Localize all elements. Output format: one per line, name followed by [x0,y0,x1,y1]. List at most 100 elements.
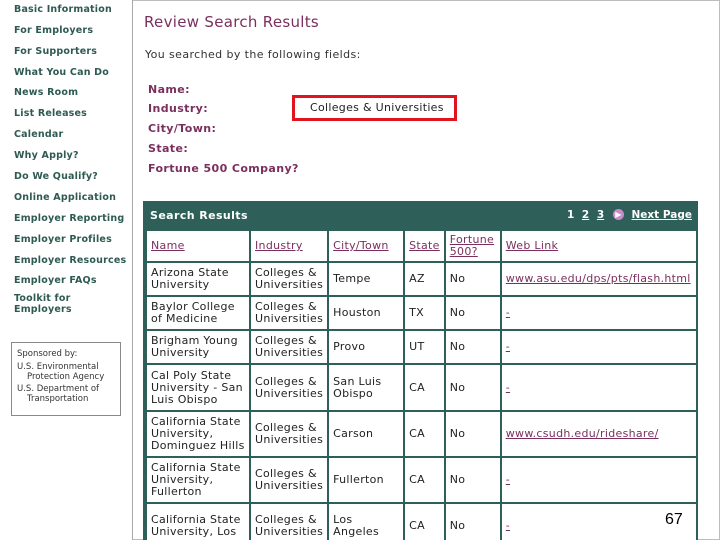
sort-industry-link[interactable]: Industry [255,239,303,252]
page-link-2[interactable]: 2 [582,209,589,221]
table-row: Brigham Young University Colleges & Univ… [147,331,696,363]
sidebar-item-online-application[interactable]: Online Application [14,192,116,203]
sidebar-item-calendar[interactable]: Calendar [14,129,63,140]
search-results-panel: Search Results 1 2 3 ▶ Next Page Name In… [143,201,698,540]
sponsor-line[interactable]: U.S. Environmental [17,362,115,372]
field-label-state: State: [148,142,189,155]
sponsor-box: Sponsored by: U.S. Environmental Protect… [11,342,121,416]
sort-fortune500-link[interactable]: Fortune 500? [450,233,494,258]
cell-fortune500: No [445,504,500,540]
next-page-link[interactable]: Next Page [632,209,693,221]
cell-web-link[interactable]: - [501,365,696,410]
cell-city: Carson [329,412,404,456]
column-header-city[interactable]: City/Town [329,231,404,261]
next-arrow-icon[interactable]: ▶ [612,209,624,220]
sidebar-item-employer-faqs[interactable]: Employer FAQs [14,275,97,286]
cell-industry: Colleges & Universities [251,365,328,410]
cell-web-link[interactable]: - [501,458,696,502]
column-header-web-link[interactable]: Web Link [501,231,696,261]
cell-name: Cal Poly State University - San Luis Obi… [147,365,249,410]
sidebar-item-what-you-can-do[interactable]: What You Can Do [14,67,109,78]
cell-industry: Colleges & Universities [251,458,328,502]
page-title: Review Search Results [144,13,320,31]
sidebar-item-for-employers[interactable]: For Employers [14,25,93,36]
cell-industry: Colleges & Universities [251,297,328,329]
table-row: Cal Poly State University - San Luis Obi… [147,365,696,410]
cell-name: Brigham Young University [147,331,249,363]
sponsor-heading: Sponsored by: [17,349,78,359]
cell-industry: Colleges & Universities [251,412,328,456]
table-row: Baylor College of Medicine Colleges & Un… [147,297,696,329]
field-label-industry: Industry: [148,102,209,115]
cell-fortune500: No [445,412,500,456]
sidebar-item-do-we-qualify[interactable]: Do We Qualify? [14,171,98,182]
cell-state: CA [405,504,444,540]
cell-name: Arizona State University [147,263,249,295]
sidebar-item-news-room[interactable]: News Room [14,87,78,98]
sidebar-item-employer-profiles[interactable]: Employer Profiles [14,234,112,245]
field-label-name: Name: [148,83,190,96]
column-header-industry[interactable]: Industry [251,231,328,261]
web-link[interactable]: - [506,340,510,353]
web-link[interactable]: www.csudh.edu/rideshare/ [506,427,659,440]
cell-state: UT [405,331,444,363]
cell-fortune500: No [445,365,500,410]
sort-name-link[interactable]: Name [151,239,185,252]
sidebar: Basic Information For Employers For Supp… [0,0,133,540]
cell-state: CA [405,365,444,410]
table-row: California State University, Dominguez H… [147,412,696,456]
sidebar-item-employer-resources[interactable]: Employer Resources [14,255,126,266]
table-row: California State University, Los College… [147,504,696,540]
results-header: Search Results 1 2 3 ▶ Next Page [143,201,698,229]
sidebar-item-employer-reporting[interactable]: Employer Reporting [14,213,124,224]
table-row: Arizona State University Colleges & Univ… [147,263,696,295]
sidebar-item-list-releases[interactable]: List Releases [14,108,87,119]
page-link-1[interactable]: 1 [567,209,574,221]
cell-name: California State University, Los [147,504,249,540]
column-header-name[interactable]: Name [147,231,249,261]
web-link[interactable]: - [506,381,510,394]
sponsor-line[interactable]: U.S. Department of [17,384,115,394]
web-link[interactable]: www.asu.edu/dps/pts/flash.html [506,272,691,285]
sponsor-line[interactable]: Protection Agency [17,372,115,382]
column-header-fortune500[interactable]: Fortune 500? [445,231,500,261]
cell-state: AZ [405,263,444,295]
cell-city: San Luis Obispo [329,365,404,410]
field-label-fortune500: Fortune 500 Company? [148,162,299,175]
sidebar-item-why-apply[interactable]: Why Apply? [14,150,79,161]
sort-city-link[interactable]: City/Town [333,239,389,252]
table-row: California State University, Fullerton C… [147,458,696,502]
web-link[interactable]: - [506,519,510,532]
cell-fortune500: No [445,458,500,502]
cell-web-link[interactable]: www.csudh.edu/rideshare/ [501,412,696,456]
field-label-city: City/Town: [148,122,217,135]
sponsor-line[interactable]: Transportation [17,394,115,404]
cell-web-link[interactable]: - [501,297,696,329]
column-header-state[interactable]: State [405,231,444,261]
cell-industry: Colleges & Universities [251,263,328,295]
cell-web-link[interactable]: www.asu.edu/dps/pts/flash.html [501,263,696,295]
cell-city: Fullerton [329,458,404,502]
cell-city: Los Angeles [329,504,404,540]
cell-web-link[interactable]: - [501,331,696,363]
intro-text: You searched by the following fields: [145,48,361,61]
cell-city: Provo [329,331,404,363]
results-title: Search Results [150,209,248,222]
page-link-3[interactable]: 3 [597,209,604,221]
sidebar-item-basic-information[interactable]: Basic Information [14,4,112,15]
sidebar-item-for-supporters[interactable]: For Supporters [14,46,97,57]
cell-state: TX [405,297,444,329]
table-header-row: Name Industry City/Town State Fortune 50… [147,231,696,261]
cell-industry: Colleges & Universities [251,331,328,363]
cell-name: California State University, Fullerton [147,458,249,502]
web-link[interactable]: - [506,306,510,319]
pagination: 1 2 3 ▶ Next Page [563,209,692,221]
cell-city: Tempe [329,263,404,295]
results-table: Name Industry City/Town State Fortune 50… [145,229,698,540]
cell-industry: Colleges & Universities [251,504,328,540]
sidebar-item-toolkit-for-employers[interactable]: Toolkit for Employers [14,293,119,315]
sort-state-link[interactable]: State [409,239,440,252]
sort-web-link-link[interactable]: Web Link [506,239,558,252]
web-link[interactable]: - [506,473,510,486]
cell-name: Baylor College of Medicine [147,297,249,329]
